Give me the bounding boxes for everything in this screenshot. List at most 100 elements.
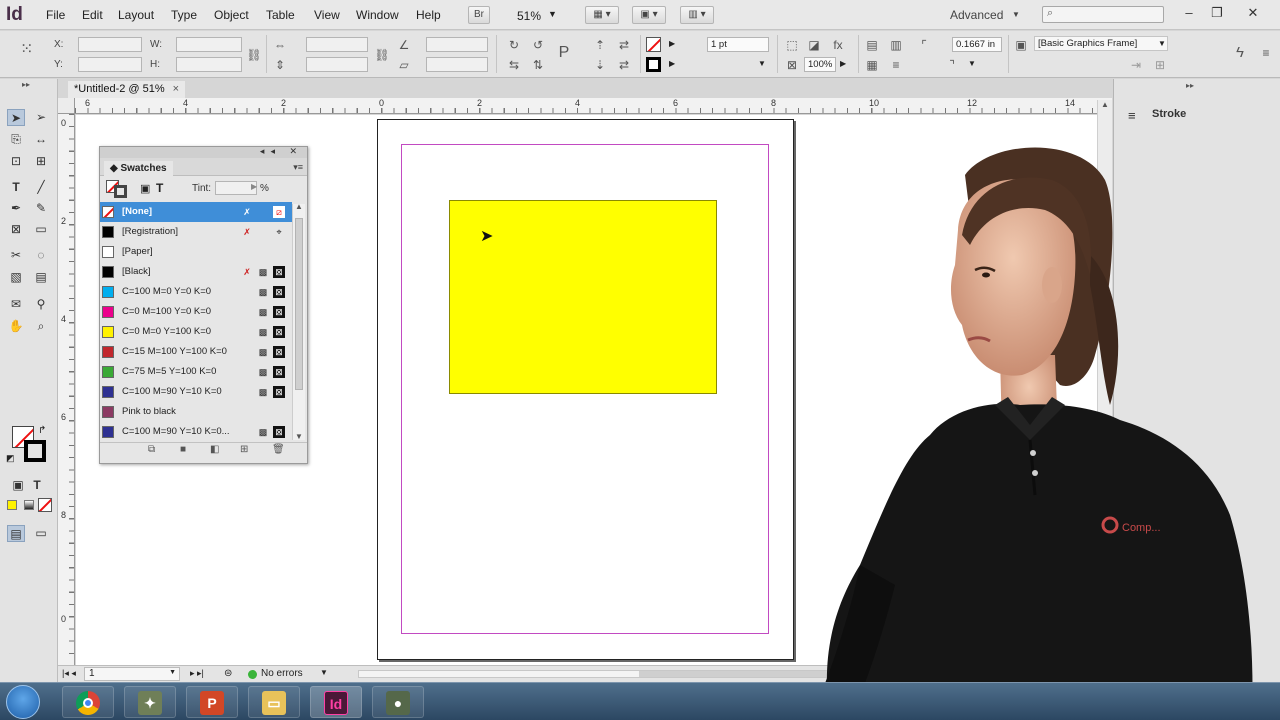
panel-menu-icon[interactable]: ▾≡ <box>293 162 303 173</box>
rotation-field[interactable] <box>426 37 488 52</box>
stroke-panel-tab[interactable]: ≡ Stroke <box>1120 104 1270 124</box>
menu-window[interactable]: Window <box>356 8 399 22</box>
default-fill-stroke-icon[interactable]: ◩ <box>6 453 15 464</box>
first-page-icon[interactable]: |◂ ◂ <box>62 668 76 679</box>
text-wrap-jump-icon[interactable]: ≡ <box>888 57 904 73</box>
swatch-text-icon[interactable]: T <box>156 181 163 195</box>
effects-icon[interactable]: fx <box>830 37 846 53</box>
content-placer-icon[interactable]: ⊞ <box>32 153 50 170</box>
swatches-scroll-thumb[interactable] <box>295 218 303 390</box>
fill-none-swatch-icon[interactable] <box>646 37 661 52</box>
swatch-stroke-icon[interactable] <box>114 185 127 198</box>
swatch-row[interactable]: [Paper] <box>100 242 292 262</box>
rotate-cw-icon[interactable]: ↻ <box>506 37 522 53</box>
document-tab[interactable]: *Untitled-2 @ 51% × <box>68 81 186 98</box>
stroke-black-swatch-icon[interactable] <box>646 57 661 72</box>
swatch-row[interactable]: C=0 M=100 Y=0 K=0 ▩ ⊠ <box>100 302 292 322</box>
zoom-dropdown-icon[interactable]: ▼ <box>548 9 557 19</box>
workspace-dropdown-icon[interactable]: ▼ <box>1012 10 1020 19</box>
close-window-button[interactable]: ✕ <box>1242 3 1264 23</box>
height-field[interactable] <box>176 57 242 72</box>
swatch-row[interactable]: C=100 M=90 Y=10 K=0 ▩ ⊠ <box>100 382 292 402</box>
drop-shadow-icon[interactable]: ◪ <box>806 37 822 53</box>
maximize-button[interactable]: ❐ <box>1206 3 1228 23</box>
stroke-weight-field[interactable]: 1 pt <box>707 37 769 52</box>
scroll-down-icon[interactable]: ▼ <box>295 432 303 441</box>
panel-menu-icon[interactable]: ≡ <box>1258 45 1274 61</box>
width-field[interactable] <box>176 37 242 52</box>
text-wrap-shape-icon[interactable]: ▦ <box>864 57 880 73</box>
pencil-tool-icon[interactable]: ✎ <box>32 200 50 217</box>
line-tool-icon[interactable]: ╱ <box>32 179 50 196</box>
select-container-icon[interactable]: ⇡ <box>592 37 608 53</box>
swatch-row[interactable]: C=0 M=0 Y=100 K=0 ▩ ⊠ <box>100 322 292 342</box>
clear-attributes-icon[interactable]: ⊞ <box>1152 57 1168 73</box>
scale-y-field[interactable] <box>306 57 368 72</box>
stroke-dropdown-icon[interactable]: ▶ <box>669 59 675 68</box>
rectangle-tool-icon[interactable]: ▭ <box>32 221 50 238</box>
preflight-dropdown-icon[interactable]: ▼ <box>320 668 328 677</box>
panel-collapse-close-icon[interactable]: ◂◂ ✕ <box>260 146 303 157</box>
view-options-button[interactable]: ▦ ▾ <box>585 6 619 24</box>
select-previous-icon[interactable]: ⇄ <box>616 37 632 53</box>
y-field[interactable] <box>78 57 142 72</box>
type-tool-icon[interactable]: T <box>7 179 25 196</box>
formatting-text-icon[interactable]: T <box>28 477 46 494</box>
new-swatch-icon[interactable]: ⊞ <box>240 444 248 455</box>
constrain-scale-icon[interactable]: ⛓ <box>374 47 390 63</box>
tint-slider-icon[interactable]: ▶ <box>251 182 257 191</box>
bridge-button[interactable]: Br <box>468 6 490 24</box>
screen-mode-button[interactable]: ▣ ▾ <box>632 6 666 24</box>
page-number-field[interactable]: 1 ▼ <box>84 667 180 681</box>
taskbar-powerpoint[interactable]: P <box>186 686 238 718</box>
reference-point-icon[interactable]: ⁙ <box>20 39 33 59</box>
fill-dropdown-icon[interactable]: ▶ <box>669 39 675 48</box>
show-all-swatches-icon[interactable]: ⧉ <box>148 444 155 455</box>
scissors-tool-icon[interactable]: ✂ <box>7 247 25 264</box>
corner-shape-icon[interactable]: ⌝ <box>944 57 960 73</box>
menu-file[interactable]: File <box>46 8 65 22</box>
taskbar-recorder[interactable]: ● <box>372 686 424 718</box>
workspace-switcher[interactable]: Advanced <box>950 8 1003 22</box>
swatch-row[interactable]: C=75 M=5 Y=100 K=0 ▩ ⊠ <box>100 362 292 382</box>
select-content-icon[interactable]: ⇣ <box>592 57 608 73</box>
corner-options-icon[interactable]: ⌜ <box>916 37 932 53</box>
arrange-documents-button[interactable]: ▥ ▾ <box>680 6 714 24</box>
menu-layout[interactable]: Layout <box>118 8 154 22</box>
scroll-up-icon[interactable]: ▲ <box>1101 100 1109 109</box>
tools-collapse-icon[interactable]: ▸▸ <box>22 80 30 89</box>
taskbar-explorer[interactable]: ▭ <box>248 686 300 718</box>
scale-x-field[interactable] <box>306 37 368 52</box>
lightning-icon[interactable]: ϟ <box>1232 45 1248 61</box>
apply-gradient-icon[interactable] <box>24 500 34 510</box>
clear-overrides-icon[interactable]: ⇥ <box>1128 57 1144 73</box>
page-dropdown-icon[interactable]: ▼ <box>169 669 176 676</box>
constrain-proportions-icon[interactable]: ⛓ <box>246 47 262 63</box>
swatch-row[interactable]: [Black] ✗ ▩ ⊠ <box>100 262 292 282</box>
scroll-up-icon[interactable]: ▲ <box>295 202 303 211</box>
menu-edit[interactable]: Edit <box>82 8 103 22</box>
corner-size-field[interactable]: 0.1667 in <box>952 37 1002 52</box>
dock-grip-icon[interactable]: ▸▸ <box>1186 81 1194 90</box>
start-button-icon[interactable] <box>6 685 40 719</box>
corner-shape-dropdown-icon[interactable]: ▼ <box>968 59 976 68</box>
menu-help[interactable]: Help <box>416 8 441 22</box>
selection-tool-icon[interactable]: ➤ <box>7 109 25 126</box>
stroke-type-dropdown-icon[interactable]: ▼ <box>758 59 766 68</box>
taskbar-indesign[interactable]: Id <box>310 686 362 718</box>
eyedropper-tool-icon[interactable]: ⚲ <box>32 296 50 313</box>
opacity-field[interactable]: 100% <box>804 57 836 72</box>
object-style-dropdown-icon[interactable]: ▼ <box>1158 39 1166 48</box>
next-page-icon[interactable]: ▸ ▸| <box>190 668 204 679</box>
show-gradient-swatches-icon[interactable]: ◧ <box>210 444 219 455</box>
document-tab-close-icon[interactable]: × <box>173 83 179 95</box>
selection-container-icon[interactable]: P <box>556 45 572 61</box>
swatch-row[interactable]: C=100 M=0 Y=0 K=0 ▩ ⊠ <box>100 282 292 302</box>
menu-type[interactable]: Type <box>171 8 197 22</box>
horizontal-ruler[interactable]: 6 4 2 0 2 4 6 8 10 12 14 <box>75 98 1112 114</box>
rectangle-frame-tool-icon[interactable]: ⊠ <box>7 221 25 238</box>
menu-view[interactable]: View <box>314 8 340 22</box>
gap-tool-icon[interactable]: ↔ <box>32 131 50 148</box>
preflight-status[interactable]: No errors <box>261 668 303 679</box>
rotate-ccw-icon[interactable]: ↺ <box>530 37 546 53</box>
